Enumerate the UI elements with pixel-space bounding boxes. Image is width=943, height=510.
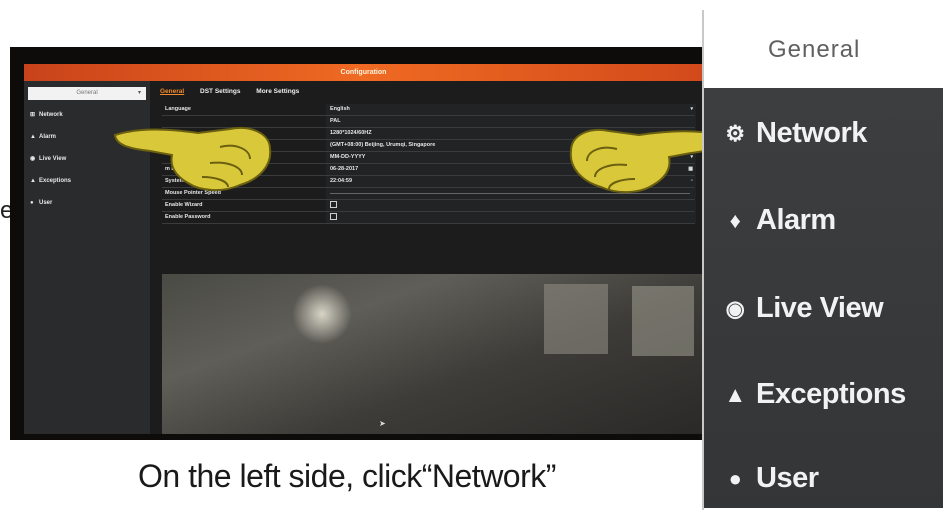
zoomed-sidebar: ⚙ Network ♦ Alarm ◉ Live View ▲ Exceptions ●… <box>704 88 943 508</box>
sidebar-item-live-view[interactable]: ◉ Live View <box>30 153 66 165</box>
tab-general[interactable]: General <box>160 88 184 95</box>
enable-wizard-checkbox[interactable] <box>330 201 337 209</box>
field-label: Enable Wizard <box>165 202 203 208</box>
zoomed-item-alarm[interactable]: ♦ Alarm <box>714 200 837 240</box>
zoomed-section-header[interactable]: General <box>704 0 943 88</box>
warning-icon: ▲ <box>30 178 36 184</box>
field-label: Enable Password <box>165 214 211 220</box>
eye-icon: ◉ <box>725 296 745 322</box>
tab-bar: General DST Settings More Settings <box>160 88 313 100</box>
section-select-value: General <box>76 90 98 96</box>
pointing-hand-icon <box>565 109 703 199</box>
form-row-enable-password: Enable Password <box>162 212 696 224</box>
zoomed-item-label: Live View <box>756 292 884 324</box>
bell-icon: ▲ <box>30 134 36 140</box>
sidebar-item-label: User <box>39 200 53 206</box>
enable-password-checkbox[interactable] <box>330 213 337 221</box>
zoomed-item-label: Alarm <box>756 204 836 236</box>
zoomed-item-user[interactable]: ● User <box>714 458 819 498</box>
bell-icon: ♦ <box>729 208 741 234</box>
user-icon: ● <box>30 200 34 206</box>
window-reflection <box>632 286 694 356</box>
system-time-value: 22:04:59 <box>330 178 353 184</box>
network-icon: ⊞ <box>30 112 36 118</box>
tab-dst-settings[interactable]: DST Settings <box>200 88 240 95</box>
sidebar-item-label: Exceptions <box>39 178 72 184</box>
instruction-caption: On the left side, click“Network” <box>138 458 556 494</box>
time-zone-value: (GMT+08:00) Beijing, Urumqi, Singapore <box>330 142 436 148</box>
video-standard-value: PAL <box>330 118 341 124</box>
monitor-photo: Configuration General ▾ ⊞ Network ▲ Alarm … <box>10 47 703 440</box>
zoomed-item-network[interactable]: ⚙ Network <box>714 113 867 153</box>
form-row-enable-wizard: Enable Wizard <box>162 200 696 212</box>
zoomed-item-label: Exceptions <box>756 378 906 410</box>
pointing-hand-icon <box>110 107 280 197</box>
sidebar-item-label: Alarm <box>39 134 57 140</box>
window-title: Configuration <box>24 64 703 81</box>
sidebar-item-network[interactable]: ⊞ Network <box>30 109 63 121</box>
enable-wizard-cell <box>326 200 696 211</box>
window-reflection <box>544 284 608 354</box>
sidebar-item-label: Network <box>39 112 63 118</box>
sidebar-item-exceptions[interactable]: ▲ Exceptions <box>30 175 71 187</box>
zoomed-item-label: User <box>756 462 819 494</box>
zoomed-item-live-view[interactable]: ◉ Live View <box>714 288 884 328</box>
language-value: English <box>330 106 350 112</box>
section-select[interactable]: General ▾ <box>28 87 146 100</box>
tab-more-settings[interactable]: More Settings <box>256 88 299 95</box>
system-date-value: 06-28-2017 <box>330 166 359 172</box>
mouse-cursor-icon: ➤ <box>379 419 386 428</box>
sidebar-item-label: Live View <box>39 156 67 162</box>
eye-icon: ◉ <box>30 156 36 162</box>
sidebar-item-alarm[interactable]: ▲ Alarm <box>30 131 56 143</box>
resolution-value: 1280*1024/60HZ <box>330 130 372 136</box>
zoomed-section-title: General <box>768 36 861 63</box>
network-icon: ⚙ <box>725 121 745 147</box>
sidebar-item-user[interactable]: ● User <box>30 197 52 209</box>
zoomed-item-exceptions[interactable]: ▲ Exceptions <box>714 374 906 414</box>
user-icon: ● <box>728 466 742 492</box>
light-reflection <box>292 284 352 344</box>
zoomed-item-label: Network <box>756 117 867 149</box>
enable-password-cell <box>326 212 696 223</box>
chevron-down-icon: ▾ <box>137 90 141 96</box>
live-video-background <box>162 274 703 434</box>
warning-icon: ▲ <box>724 382 746 408</box>
date-format-value: MM-DD-YYYY <box>330 154 366 160</box>
